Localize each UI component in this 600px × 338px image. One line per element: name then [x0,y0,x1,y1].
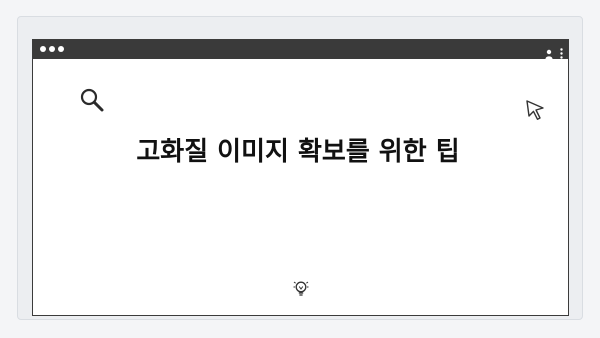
window-dot-close[interactable] [40,46,46,52]
window-controls [40,46,64,52]
page-title: 고화질 이미지 확보를 위한 팁 [136,137,460,167]
window-dot-minimize[interactable] [49,46,55,52]
search-icon[interactable] [79,87,105,117]
window-dot-maximize[interactable] [58,46,64,52]
title-bar [33,40,568,59]
page-content: 고화질 이미지 확보를 위한 팁 [33,59,568,316]
browser-window: 고화질 이미지 확보를 위한 팁 [32,39,569,316]
cursor-icon [525,99,547,125]
lightbulb-icon [293,280,309,302]
